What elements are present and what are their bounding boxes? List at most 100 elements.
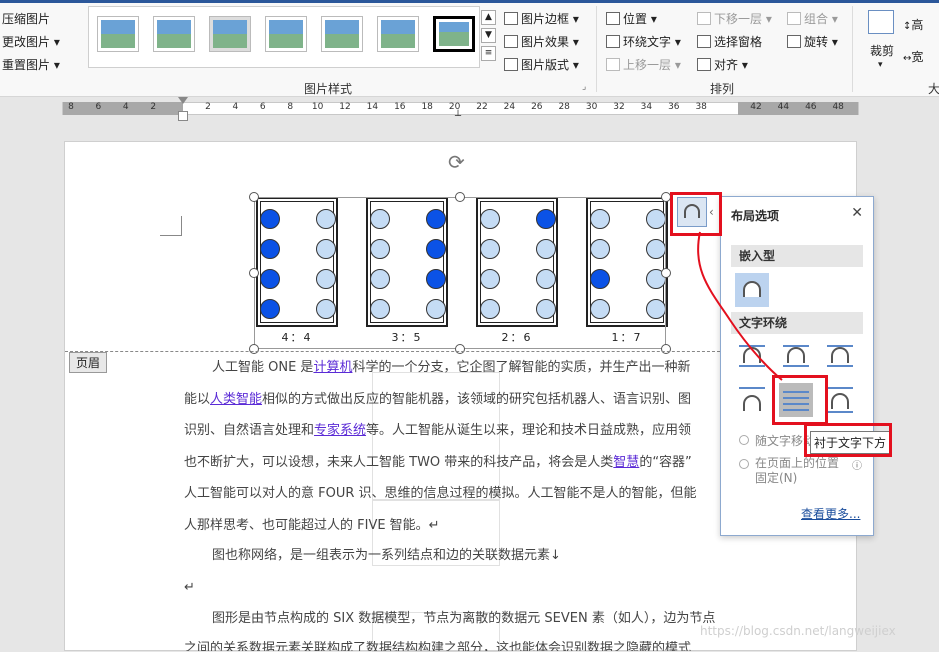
align-label: 对齐 — [714, 58, 739, 72]
picture-style-4[interactable] — [265, 16, 307, 52]
wrap-through-icon — [831, 347, 849, 363]
ruler-tick-label: 24 — [503, 102, 516, 112]
crop-label: 裁剪 — [870, 44, 895, 58]
reset-picture-button[interactable]: 重置图片 ▾ — [2, 56, 60, 73]
first-line-indent-marker[interactable] — [178, 97, 188, 104]
ruler-tick-label: 8 — [287, 102, 294, 112]
ruler-tick-label: 38 — [695, 102, 707, 112]
gallery-more-button[interactable]: ≡ — [481, 46, 496, 61]
line-text: 人那样思考、也可能超过人的 FIVE 智能。↵ — [184, 517, 440, 533]
gallery-scroll: ▲ ▼ ≡ — [481, 10, 497, 64]
picture-selection-frame[interactable] — [254, 197, 666, 349]
ruler-tick-label: 4 — [232, 102, 239, 112]
body-paragraph-2[interactable]: 图也称网络，是一组表示为一系列结点和边的关联数据元素↓ — [212, 548, 561, 564]
rotate-handle-icon[interactable]: ⟳ — [448, 150, 465, 174]
resize-handle[interactable] — [249, 344, 259, 354]
line-text: 能以 — [184, 391, 211, 407]
fix-position-label: 在页面上的位置固定(N) — [755, 456, 840, 485]
paragraph-line: 人那样思考、也可能超过人的 FIVE 智能。↵ — [184, 518, 440, 534]
line-text: 等。人工智能从诞生以来，理论和技术日益成熟，应用领 — [366, 423, 692, 438]
gallery-up-button[interactable]: ▲ — [481, 10, 496, 25]
ruler-tick-label: 28 — [558, 102, 570, 112]
resize-handle[interactable] — [661, 344, 671, 354]
picture-border-icon — [504, 12, 518, 25]
hyperlink[interactable]: 专家系统 — [314, 423, 366, 438]
horizontal-ruler[interactable]: 8 6 4 2 2 4 6 8 10 12 14 16 18 20 22 24 26 28 30 32 34 36 38 42… — [0, 97, 939, 123]
paragraph-line: 能以人类智能相似的方式做出反应的智能机器，该领域的研究包括机器人、语言识别、图 — [184, 392, 691, 408]
picture-style-1[interactable] — [97, 16, 139, 52]
line-text: 科学的一个分支，它企图了解智能的实质，并生产出一种新 — [352, 360, 691, 375]
gallery-down-button[interactable]: ▼ — [481, 28, 496, 43]
change-picture-label: 更改图片 — [2, 35, 51, 49]
ruler-tick-label: 44 — [777, 102, 790, 112]
send-backward-button[interactable]: 下移一层 ▾ — [697, 10, 772, 27]
ruler-tick-label: 42 — [750, 102, 762, 112]
change-picture-button[interactable]: 更改图片 ▾ — [2, 33, 60, 50]
tab-stop-marker[interactable]: ┴ — [455, 111, 461, 122]
see-more-link[interactable]: 查看更多... — [801, 505, 860, 522]
close-icon[interactable]: ✕ — [851, 205, 863, 221]
rotate-button[interactable]: 旋转 ▾ — [787, 33, 838, 50]
size-group-label: 大 — [928, 82, 939, 96]
crop-button[interactable]: 裁剪 — [870, 42, 894, 59]
ruler-tick-label: 6 — [95, 102, 102, 112]
align-icon — [697, 58, 711, 71]
picture-border-button[interactable]: 图片边框 ▾ — [504, 10, 579, 27]
picture-style-2[interactable] — [153, 16, 195, 52]
ruler-tick-label: 48 — [832, 102, 844, 112]
hyperlink[interactable]: 人类智能 — [210, 392, 262, 407]
picture-style-7[interactable] — [433, 16, 475, 52]
rotate-label: 旋转 — [804, 35, 829, 49]
bring-forward-button[interactable]: 上移一层 ▾ — [606, 56, 681, 73]
wrap-in-front-option[interactable] — [823, 383, 857, 417]
move-with-text-radio[interactable] — [739, 435, 749, 445]
hyperlink[interactable]: 智慧 — [613, 455, 639, 470]
title-accent-line — [0, 0, 939, 3]
width-field[interactable]: ↔宽 — [903, 48, 923, 65]
position-icon — [606, 12, 620, 25]
selection-pane-button[interactable]: 选择窗格 — [697, 33, 762, 50]
send-backward-icon — [697, 12, 711, 25]
picture-layout-button[interactable]: 图片版式 ▾ — [504, 56, 579, 73]
ribbon: 压缩图片 更改图片 ▾ 重置图片 ▾ ▲ ▼ ≡ 图片边框 ▾ 图片效果 ▾ 图… — [0, 0, 939, 97]
watermark: https://blog.csdn.net/langweijiex — [700, 624, 896, 638]
hyperlink[interactable]: 计算机 — [313, 360, 352, 375]
resize-handle[interactable] — [249, 268, 259, 278]
empty-paragraph-mark: ↵ — [184, 580, 195, 595]
ruler-tick-label: 16 — [394, 102, 406, 112]
picture-effects-icon — [504, 35, 518, 48]
dialog-launcher-icon[interactable]: ⌟ — [582, 82, 586, 92]
line-text: 人工智能 ONE 是 — [212, 360, 314, 375]
header-tag[interactable]: 页眉 — [69, 352, 108, 373]
ruler-tick-label: 2 — [150, 102, 157, 112]
resize-handle[interactable] — [661, 268, 671, 278]
group-button[interactable]: 组合 ▾ — [787, 10, 838, 27]
crop-dropdown-icon[interactable]: ▾ — [878, 60, 883, 70]
info-icon[interactable]: ⓘ — [852, 457, 862, 472]
ruler-tick-label: 26 — [531, 102, 543, 112]
resize-handle[interactable] — [455, 344, 465, 354]
ruler-tick-label: 14 — [366, 102, 379, 112]
fix-position-radio[interactable] — [739, 459, 749, 469]
position-button[interactable]: 位置 ▾ — [606, 10, 657, 27]
align-button[interactable]: 对齐 ▾ — [697, 56, 748, 73]
body-paragraph-3[interactable]: 图形是由节点构成的 SIX 数据模型，节点为离散的数据元 SEVEN 素（如人）… — [212, 611, 715, 627]
compress-pictures-button[interactable]: 压缩图片 — [2, 10, 50, 27]
group-label: 组合 — [804, 12, 829, 26]
picture-effects-button[interactable]: 图片效果 ▾ — [504, 33, 579, 50]
picture-style-3[interactable] — [209, 16, 251, 52]
crop-icon — [868, 10, 894, 34]
picture-style-5[interactable] — [321, 16, 363, 52]
selection-pane-icon — [697, 35, 711, 48]
picture-style-6[interactable] — [377, 16, 419, 52]
left-indent-marker[interactable] — [178, 111, 188, 121]
wrap-through-option[interactable] — [823, 339, 857, 373]
line-text: 相似的方式做出反应的智能机器，该领域的研究包括机器人、语言识别、图 — [262, 391, 692, 407]
height-field[interactable]: ↕高 — [903, 16, 923, 33]
resize-handle[interactable] — [455, 192, 465, 202]
bring-forward-label: 上移一层 — [623, 58, 672, 72]
resize-handle[interactable] — [249, 192, 259, 202]
annotation-box — [804, 423, 892, 457]
wrap-text-button[interactable]: 环绕文字 ▾ — [606, 33, 681, 50]
group-icon — [787, 12, 801, 25]
